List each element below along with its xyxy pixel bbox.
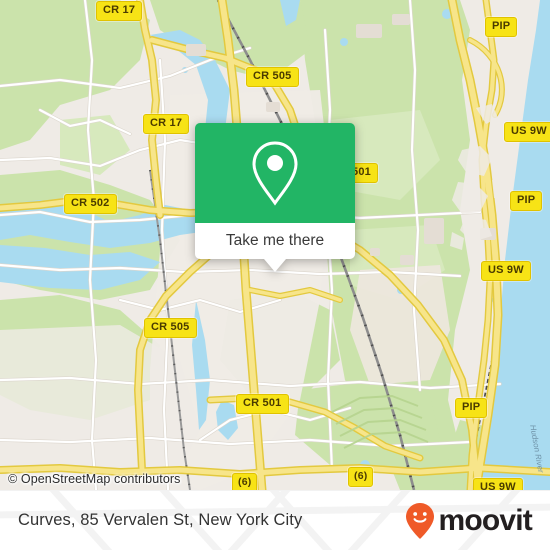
road-shield-pip-south[interactable]: PIP <box>455 398 488 418</box>
road-shield-us9w-south[interactable]: US 9W <box>473 478 523 490</box>
map-screenshot: Hudson River CR 17 CR 505 PIP CR 17 US 9… <box>0 0 550 550</box>
road-shield-cr505-south[interactable]: CR 505 <box>144 318 197 338</box>
map-pin-icon <box>252 141 298 206</box>
road-shield-cr502[interactable]: CR 502 <box>64 194 117 214</box>
popup-marker-panel <box>195 123 355 223</box>
map-canvas[interactable]: Hudson River CR 17 CR 505 PIP CR 17 US 9… <box>0 0 550 490</box>
road-shield-cr505-north[interactable]: CR 505 <box>246 67 299 87</box>
moovit-logo[interactable]: moovit <box>405 502 533 540</box>
location-popup[interactable]: Take me there <box>195 123 355 272</box>
road-shield-us9w-mid[interactable]: US 9W <box>481 261 531 281</box>
road-shield-cr17-north[interactable]: CR 17 <box>96 1 143 21</box>
moovit-smiley-pin-icon <box>406 502 435 539</box>
road-shield-route6-east[interactable]: (6) <box>348 467 374 487</box>
road-shield-pip-mid[interactable]: PIP <box>510 191 543 211</box>
road-shield-cr17-mid[interactable]: CR 17 <box>143 114 190 134</box>
popup-tail <box>264 259 286 272</box>
take-me-there-button[interactable]: Take me there <box>195 223 355 259</box>
footer-bar: Curves, 85 Vervalen St, New York City mo… <box>0 490 550 550</box>
location-title: Curves, 85 Vervalen St, New York City <box>18 511 303 529</box>
road-shield-us9w-north[interactable]: US 9W <box>504 122 550 142</box>
osm-attribution: © OpenStreetMap contributors <box>8 472 181 486</box>
road-shield-cr501[interactable]: CR 501 <box>236 394 289 414</box>
road-shield-route6-west[interactable]: (6) <box>232 473 258 490</box>
moovit-wordmark: moovit <box>438 503 532 537</box>
road-shield-pip-north[interactable]: PIP <box>485 17 518 37</box>
